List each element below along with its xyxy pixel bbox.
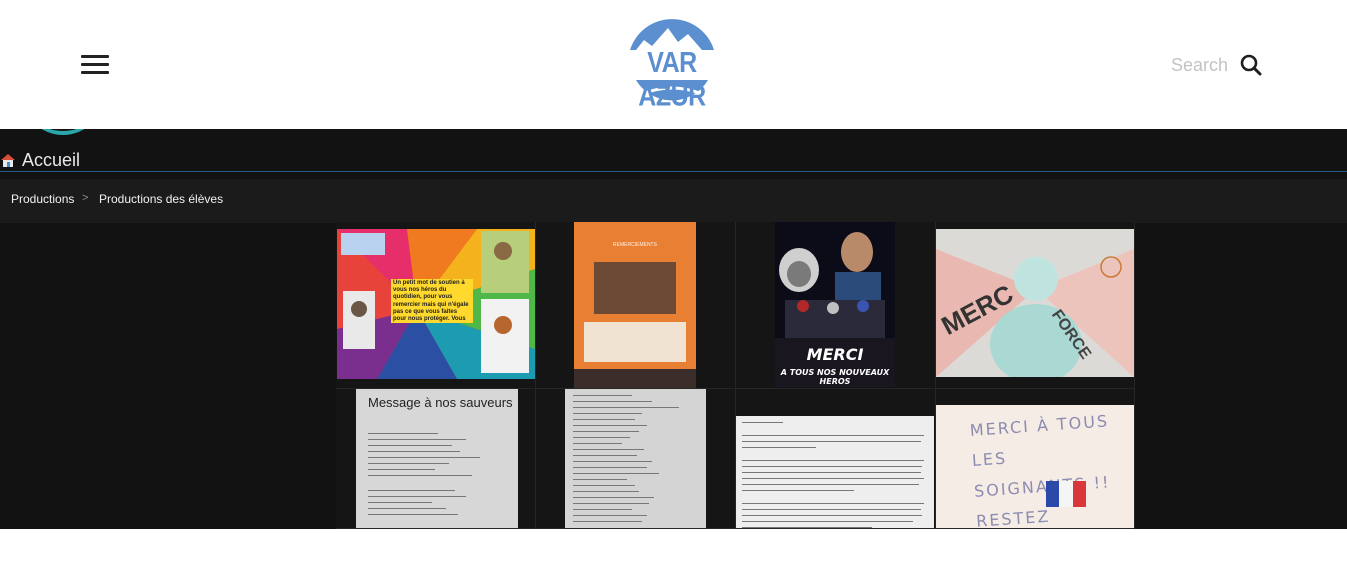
breadcrumb-separator: > xyxy=(82,192,89,204)
letter-lines xyxy=(368,433,508,520)
poem-lines xyxy=(573,395,696,527)
divider xyxy=(0,171,1347,172)
menu-bar xyxy=(81,63,109,66)
poster-message: Un petit mot de soutien à vous nos héros… xyxy=(391,279,473,323)
home-icon xyxy=(1,154,15,167)
site-header: VAR AZUR Search xyxy=(0,0,1347,129)
home-label: Accueil xyxy=(22,149,81,170)
menu-bar xyxy=(81,55,109,58)
cover-heading: REMERCIEMENTS xyxy=(613,242,657,248)
hands-photo xyxy=(594,262,676,314)
embedded-screenshot: Accueil Productions > Productions des él… xyxy=(0,129,1347,529)
gallery-item[interactable]: REMERCIEMENTS xyxy=(536,222,736,389)
poem-thumbnail xyxy=(565,389,706,528)
menu-bar xyxy=(81,71,109,74)
heroes-subcaption: A TOUS NOS NOUVEAUX HEROS xyxy=(780,368,890,386)
breadcrumb: Productions > Productions des élèves xyxy=(0,179,1347,223)
hamburger-menu-icon[interactable] xyxy=(81,55,109,75)
gallery-grid: Un petit mot de soutien à vous nos héros… xyxy=(336,222,1135,529)
gallery-item[interactable]: Message à nos sauveurs xyxy=(336,389,536,529)
gallery-item[interactable]: MERCI A TOUS NOS NOUVEAUX HEROS xyxy=(736,222,936,389)
handwritten-card-thumbnail: MERCI À TOUS LES SOIGNANTS !! RESTEZ FOR… xyxy=(936,405,1134,529)
search-label[interactable]: Search xyxy=(1171,55,1228,76)
gallery-item[interactable]: Un petit mot de soutien à vous nos héros… xyxy=(336,222,536,389)
letter-thumbnail: Message à nos sauveurs xyxy=(356,389,518,528)
gallery-item[interactable] xyxy=(736,389,936,529)
logo-text: VAR AZUR xyxy=(638,46,706,113)
document-lines xyxy=(742,422,928,528)
search-box[interactable]: Search xyxy=(1171,52,1262,78)
breadcrumb-productions[interactable]: Productions xyxy=(11,192,74,206)
photo-strip xyxy=(574,369,696,388)
breadcrumb-productions-eleves[interactable]: Productions des élèves xyxy=(99,192,223,206)
gallery-item[interactable] xyxy=(536,389,736,529)
letter-title: Message à nos sauveurs xyxy=(368,395,513,410)
french-flag-icon xyxy=(1046,481,1086,507)
avatar xyxy=(22,129,104,135)
heroes-caption: MERCI xyxy=(806,345,864,364)
site-logo[interactable]: VAR AZUR xyxy=(622,16,722,112)
handwritten-message: MERCI À TOUS LES SOIGNANTS !! RESTEZ FOR… xyxy=(969,411,1112,529)
gallery-item[interactable]: MERCI À TOUS LES SOIGNANTS !! RESTEZ FOR… xyxy=(936,389,1135,529)
text-document-thumbnail xyxy=(736,416,934,528)
search-icon[interactable] xyxy=(1240,54,1262,76)
drawing-thumbnail: MERC FORCE xyxy=(936,229,1134,377)
gallery-item[interactable]: MERC FORCE xyxy=(936,222,1135,389)
cover-thumbnail: REMERCIEMENTS xyxy=(574,222,696,388)
home-link[interactable]: Accueil xyxy=(0,149,80,171)
cover-text-box xyxy=(584,322,686,362)
